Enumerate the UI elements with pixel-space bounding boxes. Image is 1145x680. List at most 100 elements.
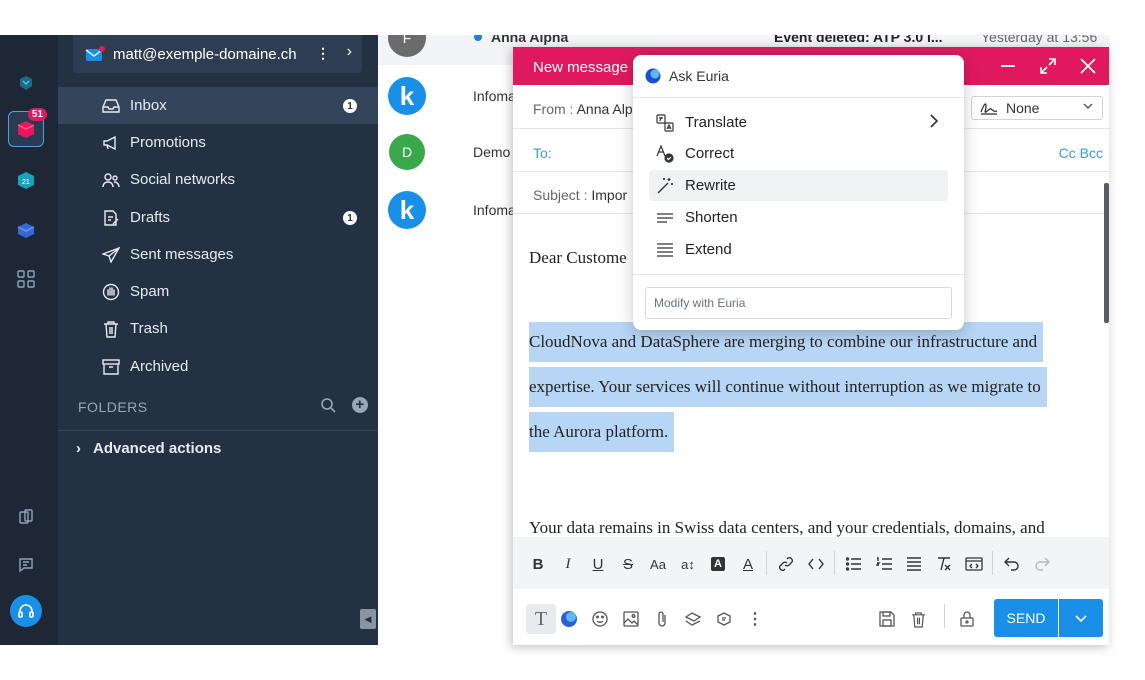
spam-hand-icon [100,281,122,303]
text-format-toggle-icon[interactable]: T [526,604,556,634]
euria-shorten-item[interactable]: Shorten [649,202,948,233]
euria-ai-icon[interactable] [558,608,580,630]
account-switcher[interactable]: matt@exemple-domaine.ch ⋮ › [73,35,362,73]
support-headset-icon[interactable] [10,595,42,627]
divider [992,551,993,575]
from-value: Anna Alp [576,101,633,117]
signature-select[interactable]: None [971,96,1103,120]
message-sender: Demo [473,144,511,160]
euria-logo-icon [645,68,661,84]
euria-extend-item[interactable]: Extend [649,234,948,265]
bold-icon[interactable]: B [528,554,548,574]
calendar-app-icon[interactable]: 21 [8,162,44,198]
emoji-icon[interactable] [589,608,611,630]
folder-social-networks[interactable]: Social networks [58,161,378,198]
account-more-icon[interactable]: ⋮ [316,45,330,62]
advanced-actions-toggle[interactable]: › Advanced actions [76,440,221,457]
image-icon[interactable] [620,608,642,630]
lock-encryption-icon[interactable] [956,608,978,630]
folder-spam[interactable]: Spam [58,273,378,310]
numbered-list-icon[interactable] [874,554,894,574]
link-icon[interactable] [776,554,796,574]
cc-bcc-link[interactable]: Cc Bcc [1059,145,1103,161]
body-scrollbar[interactable] [1104,183,1109,323]
drive-app-icon[interactable] [8,211,44,247]
account-email: matt@exemple-domaine.ch [113,45,297,63]
kdrive-app-icon[interactable] [8,65,44,101]
unread-dot [474,35,482,41]
message-sender: Infoma [473,202,516,218]
code-icon[interactable] [806,554,826,574]
add-folder-icon[interactable]: + [352,397,368,413]
redo-icon[interactable] [1032,554,1052,574]
line-height-icon[interactable]: a↕ [678,554,698,574]
euria-translate-item[interactable]: Translate [649,107,948,138]
font-size-icon[interactable]: Aa [648,554,668,574]
kdrive-file-icon[interactable] [713,608,735,630]
collapse-panel-icon[interactable]: ◀ [360,609,376,629]
folder-archived[interactable]: Archived [58,348,378,385]
inbox-icon [100,95,122,117]
avatar: k [388,77,426,115]
folder-label: Drafts [130,209,171,226]
euria-item-label: Rewrite [685,177,736,194]
strikethrough-icon[interactable]: S [618,554,638,574]
euria-correct-item[interactable]: Correct [649,138,948,169]
chevron-right-icon [928,113,940,133]
minimize-icon[interactable] [998,56,1018,76]
svg-text:21: 21 [22,179,30,186]
shorten-lines-icon [655,208,675,228]
folder-drafts[interactable]: Drafts 1 [58,199,378,236]
chevron-right-icon[interactable]: › [347,43,352,61]
undo-icon[interactable] [1002,554,1022,574]
feedback-icon[interactable] [8,547,44,583]
folder-promotions[interactable]: Promotions [58,124,378,161]
attachment-icon[interactable] [651,608,673,630]
divider [834,551,835,575]
folder-sent-messages[interactable]: Sent messages [58,236,378,273]
apps-grid-icon[interactable] [8,261,44,297]
divider [766,551,767,575]
unread-count-badge: 1 [343,99,357,113]
align-icon[interactable] [904,554,924,574]
folders-section-header: FOLDERS + [78,397,368,416]
euria-item-label: Shorten [685,209,738,226]
highlight-icon[interactable]: A [708,554,728,574]
chevron-right-icon: › [76,440,81,457]
text-color-icon[interactable]: A [738,554,758,574]
send-button[interactable]: SEND [994,599,1058,637]
subject-value: Impor [591,187,628,203]
mail-unread-badge: 51 [27,108,47,121]
underline-icon[interactable]: U [588,554,608,574]
italic-icon[interactable]: I [558,554,578,574]
folder-trash[interactable]: Trash [58,310,378,347]
close-icon[interactable] [1078,56,1098,76]
euria-rewrite-item[interactable]: Rewrite [649,170,948,201]
to-label: To: [533,145,552,161]
chevron-down-icon [1082,99,1094,115]
expand-icon[interactable] [1038,56,1058,76]
avatar: k [388,191,426,229]
euria-item-label: Translate [685,114,747,131]
bullet-list-icon[interactable] [844,554,864,574]
save-draft-icon[interactable] [876,608,898,630]
euria-prompt-input[interactable] [645,287,952,319]
mail-app-icon[interactable]: 51 [8,108,47,147]
advanced-actions-label: Advanced actions [93,440,222,457]
send-options-chevron-icon[interactable] [1059,599,1103,637]
app-rail: 51 21 [0,35,58,645]
swisstransfer-icon[interactable] [682,608,704,630]
megaphone-icon [100,132,122,154]
delete-draft-icon[interactable] [907,608,929,630]
avatar: D [389,134,425,170]
euria-item-label: Extend [685,241,732,258]
send-icon [100,244,122,266]
clear-format-icon[interactable] [934,554,954,574]
folder-label: Promotions [130,134,206,151]
device-icon[interactable] [8,499,44,535]
search-icon[interactable] [320,397,336,416]
more-options-icon[interactable]: ⋮ [744,608,766,630]
euria-title: Ask Euria [669,68,729,84]
folder-inbox[interactable]: Inbox 1 [58,87,378,124]
insert-html-icon[interactable] [964,554,984,574]
